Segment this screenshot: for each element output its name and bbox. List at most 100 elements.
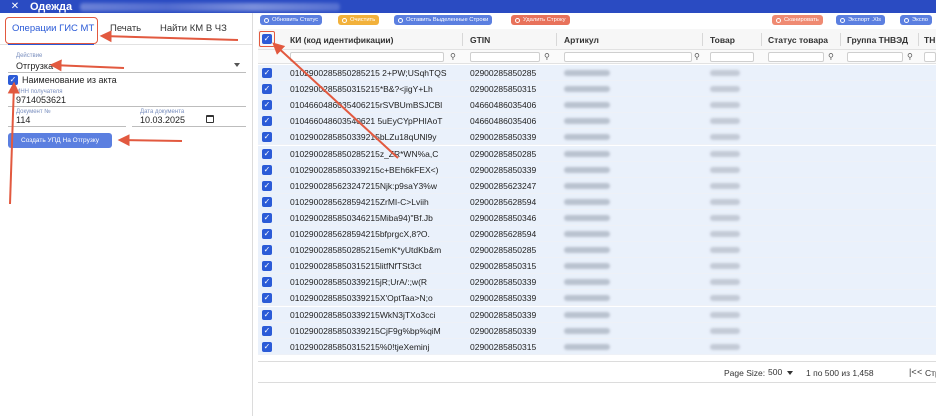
row-checkbox[interactable]: ✓ [262, 132, 272, 143]
calendar-icon[interactable] [206, 115, 214, 123]
row-checkbox[interactable]: ✓ [262, 245, 272, 256]
refresh-status-button[interactable]: Обновить Статус [260, 15, 323, 25]
filter-input-product[interactable] [710, 52, 754, 62]
filter-icon[interactable]: ⚲ [907, 52, 913, 61]
export-more-button[interactable]: Экспо [900, 15, 933, 25]
close-icon[interactable]: ✕ [0, 1, 30, 12]
filter-input-tnved[interactable] [847, 52, 903, 62]
row-checkbox[interactable]: ✓ [262, 341, 272, 352]
column-header-tn[interactable]: ТН [924, 35, 935, 45]
table-row[interactable]: ✓ 0102900285850285215z_ZR*WN%a,C 029002858… [258, 145, 936, 162]
table-row[interactable]: ✓ 0102900285850339215c+BEh6kFEX<) 02900285… [258, 161, 936, 178]
row-checkbox[interactable]: ✓ [262, 68, 272, 78]
column-header-tnved-group[interactable]: Группа ТНВЭД [847, 35, 908, 45]
table-row[interactable]: ✓ 0102900285850339215X'OptTaa>N;o 02900285… [258, 290, 936, 307]
annotation-tab-highlight [5, 17, 98, 44]
filter-icon[interactable]: ⚲ [544, 52, 550, 61]
scan-button[interactable]: Сканировать [772, 15, 823, 25]
title-bar: ✕ Одежда [0, 0, 936, 13]
filter-input-status[interactable] [768, 52, 824, 62]
column-header-product[interactable]: Товар [710, 35, 735, 45]
inn-field[interactable]: ИНН получателя 9714053621 [8, 89, 246, 107]
cell-article-redacted [564, 231, 610, 237]
row-checkbox[interactable]: ✓ [262, 261, 272, 272]
filter-icon[interactable]: ⚲ [694, 52, 700, 61]
row-checkbox[interactable]: ✓ [262, 325, 272, 336]
export-xls-button[interactable]: Экспорт .Xls [836, 15, 886, 25]
clear-button[interactable]: Очистить [338, 15, 380, 25]
filter-input-gtin[interactable] [470, 52, 540, 62]
chevron-down-icon[interactable] [787, 371, 793, 375]
row-checkbox[interactable]: ✓ [262, 164, 272, 175]
cell-gtin: 02900285623247 [470, 180, 537, 191]
table-row[interactable]: ✓ 0102900285850339215jR;UrA/:;w(R 02900285… [258, 274, 936, 291]
prev-page-icon[interactable]: < [917, 367, 922, 377]
doc-date-field[interactable]: Дата документа 10.03.2025 [132, 109, 246, 127]
act-name-checkbox-row[interactable]: ✓ Наименование из акта [8, 75, 117, 85]
row-checkbox[interactable]: ✓ [262, 212, 272, 223]
table-row[interactable]: ✓ 010466048603540621 5uEyCYpPHIAoT 0466048… [258, 113, 936, 130]
cell-article-redacted [564, 86, 610, 93]
cell-product-redacted [710, 214, 740, 221]
column-header-article[interactable]: Артикул [564, 35, 599, 45]
cell-product-redacted [710, 166, 740, 173]
delete-row-label: Удалить Строку [523, 17, 566, 23]
scan-icon [776, 17, 781, 23]
table-row[interactable]: ✓ 0102900285850339215WkN3jTXo3cci 02900285… [258, 306, 936, 323]
action-select[interactable]: Действие Отгрузка [8, 53, 246, 73]
table-row[interactable]: ✓ 0102900285850339215CjF9g%bp%qiM 02900285… [258, 322, 936, 339]
page-size-select[interactable]: 500 [768, 367, 782, 377]
table-row[interactable]: ✓ 0102900285850346215Miba94)"Bf.Jb 0290028… [258, 209, 936, 226]
tab-print[interactable]: Печать [110, 23, 141, 34]
cell-article-redacted [564, 118, 610, 125]
act-name-checkbox[interactable]: ✓ [8, 75, 18, 85]
column-separator [918, 33, 919, 46]
delete-row-button[interactable]: Удалить Строку [511, 15, 570, 25]
row-checkbox[interactable]: ✓ [262, 196, 272, 207]
cell-product-redacted [710, 70, 740, 76]
cell-ki: 0102900285850339215CjF9g%bp%qiM [290, 325, 441, 336]
filter-input-tn[interactable] [924, 52, 936, 62]
table-row[interactable]: ✓ 0102900285850285215 2+PW;USqhTQS 0290028… [258, 65, 936, 81]
filter-icon [398, 17, 403, 23]
panel-divider [252, 13, 253, 416]
cell-gtin: 02900285850315 [470, 341, 537, 352]
table-row[interactable]: ✓ 0104660486035406215rSVBUmBSJCBl 04660486… [258, 97, 936, 114]
row-checkbox[interactable]: ✓ [262, 180, 272, 191]
row-checkbox[interactable]: ✓ [262, 309, 272, 320]
row-checkbox[interactable]: ✓ [262, 116, 272, 127]
column-header-status[interactable]: Статус товара [768, 35, 828, 45]
filter-input-article[interactable] [564, 52, 692, 62]
row-checkbox[interactable]: ✓ [262, 148, 272, 159]
export-xls-label: Экспорт .Xls [848, 17, 882, 23]
grid-header: ✓ КИ (код идентификации) GTIN Артикул То… [258, 29, 936, 50]
filter-icon[interactable]: ⚲ [828, 52, 834, 61]
filter-input-ki[interactable] [290, 52, 444, 62]
export-icon [904, 17, 909, 23]
cell-article-redacted [564, 150, 610, 157]
create-upd-button[interactable]: Создать УПД На Отгрузку [8, 133, 112, 148]
row-checkbox[interactable]: ✓ [262, 84, 272, 95]
cell-ki: 0102900285628594215bfprgcX,8?O. [290, 229, 430, 239]
table-row[interactable]: ✓ 0102900285850315215litfNfTSt3ct 02900285… [258, 258, 936, 275]
table-row[interactable]: ✓ 0102900285850315215%0!tjeXeminj 02900285… [258, 338, 936, 355]
row-checkbox[interactable]: ✓ [262, 293, 272, 304]
keep-selected-button[interactable]: Оставить Выделенные Строки [394, 15, 493, 25]
table-row[interactable]: ✓ 0102900285628594215ZrMI-C>Lviih 02900285… [258, 193, 936, 210]
tab-find-km[interactable]: Найти КМ В ЧЗ [160, 23, 227, 34]
table-row[interactable]: ✓ 0102900285850315215*B&?<jigY+Lh 02900285… [258, 81, 936, 98]
row-checkbox[interactable]: ✓ [262, 229, 272, 239]
doc-number-value: 114 [16, 115, 31, 125]
row-checkbox[interactable]: ✓ [262, 277, 272, 288]
row-checkbox[interactable]: ✓ [262, 100, 272, 111]
first-page-icon[interactable]: |< [909, 367, 917, 377]
table-row[interactable]: ✓ 0102900285628594215bfprgcX,8?O. 02900285… [258, 226, 936, 242]
doc-number-field[interactable]: Документ № 114 [8, 109, 126, 127]
filter-icon[interactable]: ⚲ [450, 52, 456, 61]
column-header-ki[interactable]: КИ (код идентификации) [290, 35, 394, 45]
column-header-gtin[interactable]: GTIN [470, 35, 490, 45]
table-row[interactable]: ✓ 0102900285850339215bLZu18qUNl9y 02900285… [258, 129, 936, 146]
chevron-down-icon [234, 63, 240, 67]
table-row[interactable]: ✓ 0102900285623247215Njk:p9saY3%w 02900285… [258, 177, 936, 194]
table-row[interactable]: ✓ 0102900285850285215emK*yUtdKb&m 02900285… [258, 242, 936, 259]
